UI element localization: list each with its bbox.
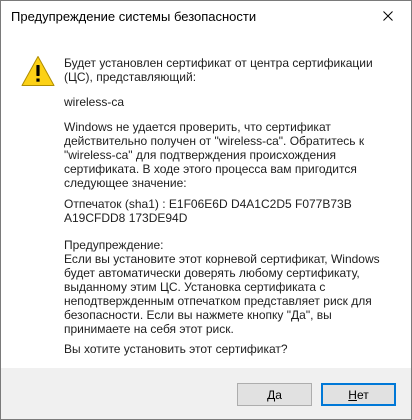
no-button-accesskey: Н — [348, 387, 357, 402]
dialog-content: Будет установлен сертификат от центра се… — [1, 33, 411, 368]
confirmation-question: Вы хотите установить этот сертификат? — [64, 342, 288, 356]
no-button-label: ет — [356, 387, 369, 402]
button-bar: Да Нет — [1, 368, 411, 419]
yes-button-accesskey: Д — [267, 387, 276, 402]
yes-button-label: а — [275, 387, 282, 402]
no-button[interactable]: Нет — [321, 383, 396, 406]
warning-text: Если вы установите этот корневой сертифи… — [64, 252, 380, 336]
security-warning-dialog: Предупреждение системы безопасности Буде… — [0, 0, 412, 420]
thumbprint-label: Отпечаток (sha1) : — [64, 197, 166, 211]
warning-heading: Предупреждение: — [64, 238, 164, 252]
dialog-title: Предупреждение системы безопасности — [11, 9, 257, 24]
verification-text: Windows не удается проверить, что сертиф… — [64, 120, 365, 190]
intro-text: Будет установлен сертификат от центра се… — [64, 56, 373, 84]
close-icon — [383, 11, 393, 21]
title-bar[interactable]: Предупреждение системы безопасности — [1, 1, 411, 33]
yes-button[interactable]: Да — [237, 383, 312, 406]
warning-triangle-icon — [21, 56, 55, 86]
ca-name: wireless-ca — [64, 95, 125, 109]
close-button[interactable] — [365, 1, 411, 31]
thumbprint: Отпечаток (sha1) : E1F06E6D D4A1C2D5 F07… — [64, 197, 400, 225]
